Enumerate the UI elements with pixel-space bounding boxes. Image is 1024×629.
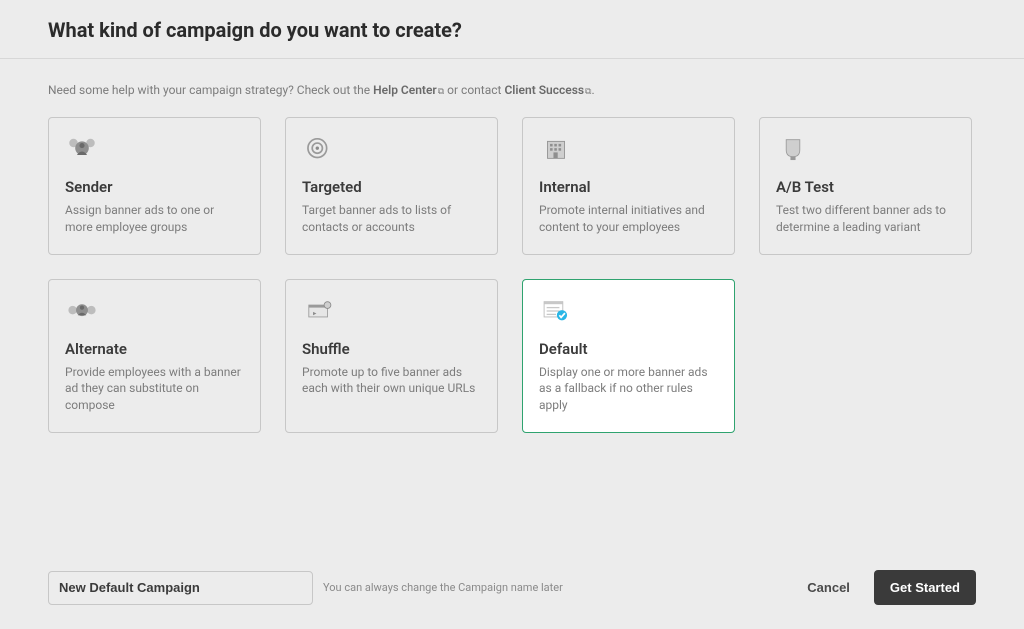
sender-icon xyxy=(65,134,244,168)
default-icon xyxy=(539,296,718,330)
alternate-icon xyxy=(65,296,244,330)
abtest-icon xyxy=(776,134,955,168)
card-title: Shuffle xyxy=(302,340,481,358)
card-desc: Promote up to five banner ads each with … xyxy=(302,364,481,398)
main-content: Need some help with your campaign strate… xyxy=(0,59,1024,433)
campaign-name-input[interactable] xyxy=(48,571,313,605)
hint-prefix: Need some help with your campaign strate… xyxy=(48,83,373,97)
help-hint: Need some help with your campaign strate… xyxy=(48,83,976,97)
campaign-card-shuffle[interactable]: Shuffle Promote up to five banner ads ea… xyxy=(285,279,498,433)
card-title: Default xyxy=(539,340,718,358)
page-title: What kind of campaign do you want to cre… xyxy=(48,18,976,42)
card-title: Targeted xyxy=(302,178,481,196)
campaign-card-targeted[interactable]: Targeted Target banner ads to lists of c… xyxy=(285,117,498,255)
card-desc: Assign banner ads to one or more employe… xyxy=(65,202,244,236)
card-desc: Provide employees with a banner ad they … xyxy=(65,364,244,414)
card-desc: Promote internal initiatives and content… xyxy=(539,202,718,236)
shuffle-icon xyxy=(302,296,481,330)
header: What kind of campaign do you want to cre… xyxy=(0,0,1024,59)
card-title: Sender xyxy=(65,178,244,196)
card-desc: Display one or more banner ads as a fall… xyxy=(539,364,718,414)
card-title: A/B Test xyxy=(776,178,955,196)
client-success-link[interactable]: Client Success xyxy=(504,83,584,97)
hint-middle: or contact xyxy=(447,83,504,97)
campaign-card-internal[interactable]: Internal Promote internal initiatives an… xyxy=(522,117,735,255)
footer: You can always change the Campaign name … xyxy=(0,552,1024,629)
targeted-icon xyxy=(302,134,481,168)
get-started-button[interactable]: Get Started xyxy=(874,570,976,605)
campaign-card-abtest[interactable]: A/B Test Test two different banner ads t… xyxy=(759,117,972,255)
name-hint: You can always change the Campaign name … xyxy=(323,581,563,594)
campaign-card-default[interactable]: Default Display one or more banner ads a… xyxy=(522,279,735,433)
card-title: Internal xyxy=(539,178,718,196)
campaign-card-alternate[interactable]: Alternate Provide employees with a banne… xyxy=(48,279,261,433)
campaign-type-grid: Sender Assign banner ads to one or more … xyxy=(48,117,976,433)
internal-icon xyxy=(539,134,718,168)
card-desc: Test two different banner ads to determi… xyxy=(776,202,955,236)
help-center-link[interactable]: Help Center xyxy=(373,83,437,97)
cancel-button[interactable]: Cancel xyxy=(791,572,866,603)
card-title: Alternate xyxy=(65,340,244,358)
card-desc: Target banner ads to lists of contacts o… xyxy=(302,202,481,236)
hint-suffix: . xyxy=(591,83,594,97)
external-link-icon: ⧉ xyxy=(438,87,444,97)
campaign-card-sender[interactable]: Sender Assign banner ads to one or more … xyxy=(48,117,261,255)
